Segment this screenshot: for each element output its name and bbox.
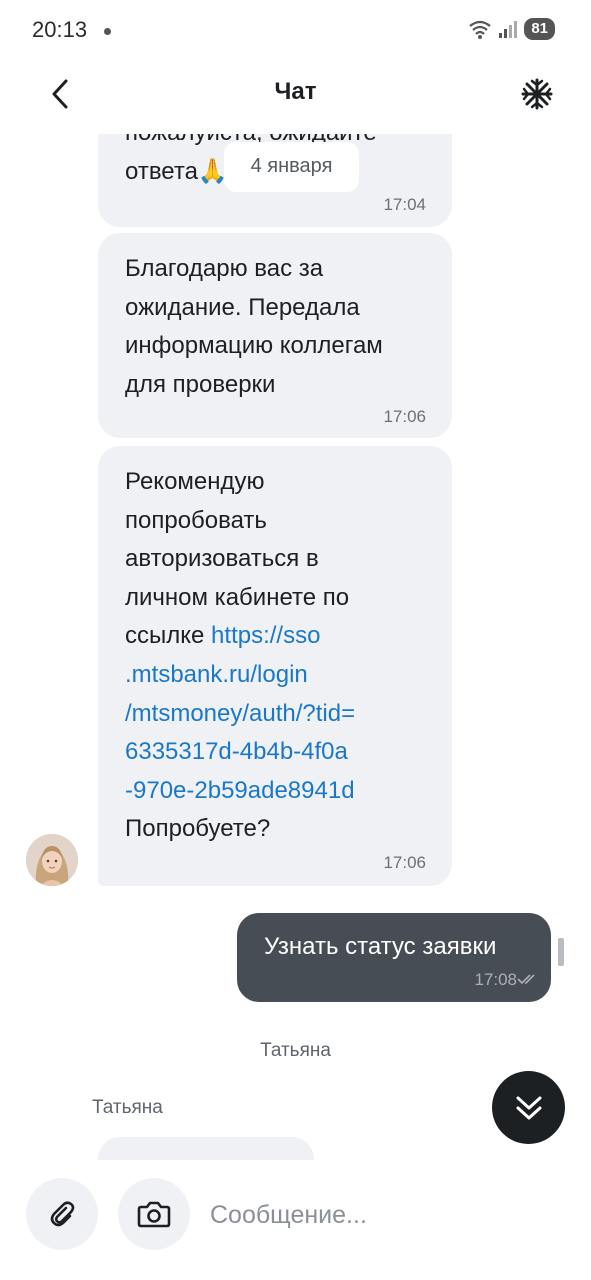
double-check-icon — [517, 974, 535, 985]
battery-icon: 81 — [524, 18, 555, 40]
message-time: 17:04 — [383, 195, 426, 214]
chat-header: Чат — [0, 60, 591, 134]
message-line: ожидание. Передала — [125, 293, 360, 321]
outgoing-message-time: 17:08 — [474, 970, 517, 989]
message-line: Попробуете? — [125, 815, 271, 843]
message-text: Благодарю вас за ожидание. Передала инфо… — [125, 250, 383, 404]
message-bubble: Рекомендую попробовать авторизоваться в … — [98, 446, 452, 886]
outgoing-message-text: Узнать статус заявки — [264, 933, 497, 960]
auth-link[interactable]: -970e-2b59ade8941d — [125, 772, 355, 811]
page-title: Чат — [274, 78, 317, 105]
message-text: Рекомендую попробовать авторизоваться в … — [125, 463, 355, 849]
message-line: авторизоваться в — [125, 545, 319, 573]
message-line: личном кабинете по — [125, 583, 350, 611]
signal-icon — [499, 21, 518, 38]
scroll-down-button[interactable] — [492, 1071, 565, 1144]
outgoing-message-bubble: Узнать статус заявки 17:08 — [237, 913, 551, 1002]
message-bubble: Благодарю вас за ожидание. Передала инфо… — [98, 233, 452, 438]
operator-avatar — [26, 834, 78, 886]
status-time: 20:13 — [32, 17, 88, 42]
camera-button[interactable] — [118, 1178, 190, 1250]
message-time: 17:06 — [383, 853, 426, 872]
scroll-indicator — [558, 938, 564, 966]
message-input[interactable] — [210, 1190, 550, 1240]
chat-messages[interactable]: пожалуйста, ожидайте ответа🙏 17:04 4 янв… — [0, 134, 591, 1160]
operator-name: Татьяна — [92, 1097, 163, 1118]
auth-link[interactable]: /mtsmoney/auth/?tid= — [125, 695, 355, 734]
auth-link[interactable]: .mtsbank.ru/login — [125, 656, 355, 695]
wifi-icon — [469, 20, 491, 39]
message-line: информацию коллегам — [125, 332, 383, 360]
notification-dot-icon — [104, 28, 111, 35]
operator-name-center: Татьяна — [260, 1040, 331, 1061]
auth-link[interactable]: https://sso — [211, 622, 320, 649]
message-time: 17:06 — [383, 407, 426, 426]
status-icons: 81 — [468, 18, 555, 40]
date-divider: 4 января — [224, 142, 359, 192]
snowflake-icon — [521, 78, 553, 110]
typing-bubble — [98, 1137, 314, 1160]
message-line: Рекомендую — [125, 468, 265, 495]
message-line: для проверки — [125, 370, 276, 398]
message-line: Благодарю вас за — [125, 255, 324, 282]
message-line: ссылке https://sso — [125, 617, 355, 656]
snowflake-menu-button[interactable] — [517, 74, 557, 114]
avatar-image — [26, 834, 78, 886]
paperclip-icon — [50, 1201, 75, 1227]
message-line: попробовать — [125, 506, 267, 534]
camera-icon — [137, 1201, 171, 1228]
link-prefix: ссылке — [125, 622, 212, 650]
message-composer — [0, 1160, 591, 1280]
attach-button[interactable] — [26, 1178, 98, 1250]
status-bar: 20:13 81 — [0, 0, 591, 60]
auth-link[interactable]: 6335317d-4b4b-4f0a — [125, 733, 355, 772]
double-chevron-down-icon — [516, 1096, 541, 1119]
